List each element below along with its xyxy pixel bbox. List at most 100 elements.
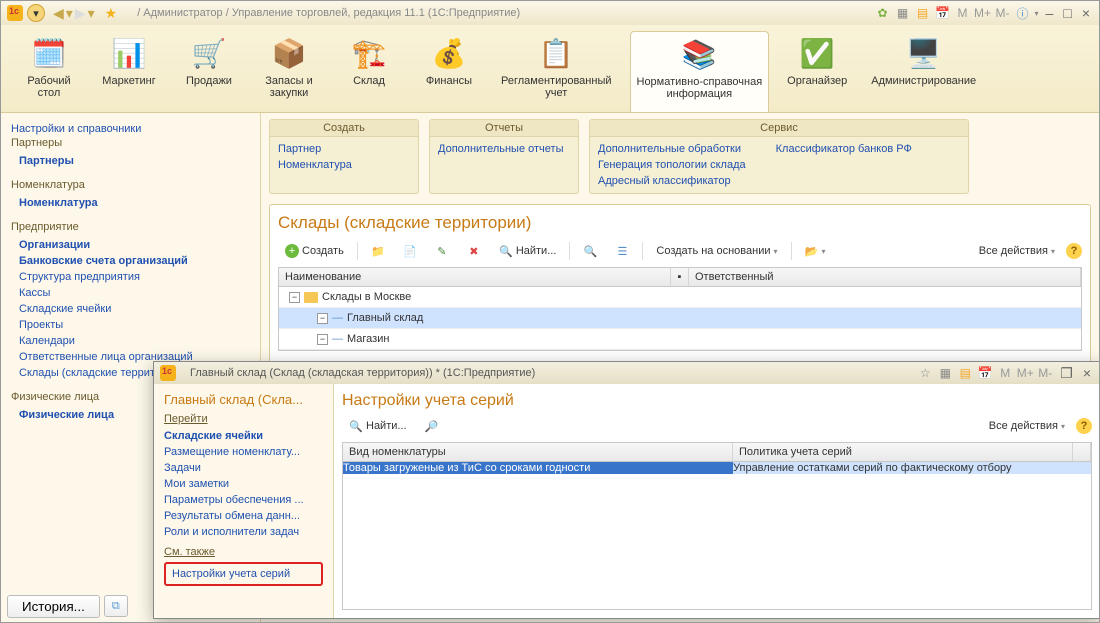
tree-expander[interactable]: − [317, 334, 328, 345]
section-tab-7[interactable]: 📚Нормативно-справочнаяинформация [630, 31, 770, 112]
leftnav-item-2-2[interactable]: Структура предприятия [11, 269, 250, 285]
windows-button[interactable]: ⧉ [104, 595, 128, 617]
leftnav-top-link[interactable]: Настройки и справочники [11, 121, 250, 137]
tb-calc-icon[interactable]: ▤ [915, 5, 931, 21]
nav-back-icon[interactable]: ◀ [53, 5, 64, 22]
all-actions-button[interactable]: Все действия▾ [972, 242, 1062, 260]
close-button[interactable]: × [1079, 5, 1093, 21]
child-nav-item-5[interactable]: Результаты обмена данн... [164, 508, 323, 524]
section-tab-1[interactable]: 📊Маркетинг [95, 31, 163, 112]
leftnav-item-2-4[interactable]: Складские ячейки [11, 301, 250, 317]
content-title: Склады (складские территории) [278, 213, 1082, 233]
section-tab-5[interactable]: 💰Финансы [415, 31, 483, 112]
edit-button[interactable]: ✎ [428, 241, 456, 261]
ch-calendar-icon[interactable]: 📅 [977, 365, 993, 381]
attach-button[interactable]: 📂▾ [798, 241, 833, 261]
grid-row[interactable]: −—Магазин [279, 329, 1081, 350]
child-clear-find-button[interactable]: 🔎 [418, 416, 446, 436]
copy-button[interactable]: 📄 [396, 241, 424, 261]
grid-row[interactable]: −—Главный склад [279, 308, 1081, 329]
tb-calendar-icon[interactable]: 📅 [935, 5, 951, 21]
leftnav-item-2-3[interactable]: Кассы [11, 285, 250, 301]
tb-info-menu[interactable]: ▾ [1035, 9, 1039, 18]
section-tab-8[interactable]: ✅Органайзер [781, 31, 853, 112]
tb-star-icon[interactable]: ✿ [875, 5, 891, 21]
leftnav-item-2-0[interactable]: Организации [11, 237, 250, 253]
minimize-button[interactable]: – [1043, 5, 1057, 21]
child-help-button[interactable]: ? [1076, 418, 1092, 434]
ch-calc-icon[interactable]: ▤ [957, 365, 973, 381]
favorites-icon[interactable]: ★ [105, 5, 118, 22]
folder-icon [304, 292, 318, 303]
child-nav-item-6[interactable]: Роли и исполнители задач [164, 524, 323, 540]
child-restore-button[interactable]: ❐ [1057, 365, 1076, 382]
leftnav-item-0-0[interactable]: Партнеры [11, 153, 250, 169]
child-all-actions-button[interactable]: Все действия▾ [982, 417, 1072, 435]
create-based-button[interactable]: Создать на основании▾ [649, 242, 784, 260]
tree-expander[interactable]: − [317, 313, 328, 324]
col-sort[interactable]: ▪ [671, 268, 689, 286]
child-close-button[interactable]: × [1080, 365, 1094, 381]
cmd-extra-reports[interactable]: Дополнительные отчеты [438, 141, 570, 157]
section-tab-3[interactable]: 📦Запасы изакупки [255, 31, 323, 112]
history-button[interactable]: История... [7, 595, 100, 618]
child-nav-highlight[interactable]: Настройки учета серий [164, 562, 323, 586]
child-nav-item-3[interactable]: Мои заметки [164, 476, 323, 492]
leftnav-item-2-6[interactable]: Календари [11, 333, 250, 349]
grid-row[interactable]: −Склады в Москве [279, 287, 1081, 308]
child-titlebar: Главный склад (Склад (складская территор… [154, 362, 1100, 384]
series-col-policy[interactable]: Политика учета серий [733, 443, 1073, 461]
delete-button[interactable]: ✖ [460, 241, 488, 261]
child-nav-item-4[interactable]: Параметры обеспечения ... [164, 492, 323, 508]
series-row[interactable]: Товары загруженые из ТиС со сроками годн… [343, 462, 1091, 474]
nav-back-menu[interactable]: ▾ [66, 5, 73, 22]
leftnav-item-2-5[interactable]: Проекты [11, 317, 250, 333]
help-button[interactable]: ? [1066, 243, 1082, 259]
cmd-create-partner[interactable]: Партнер [278, 141, 410, 157]
section-tab-0[interactable]: 🗓️Рабочийстол [15, 31, 83, 112]
leftnav-item-2-1[interactable]: Банковские счета организаций [11, 253, 250, 269]
section-tab-6[interactable]: 📋Регламентированныйучет [495, 31, 618, 112]
cmd-srv-1[interactable]: Генерация топологии склада [598, 157, 746, 173]
ch-m-button[interactable]: M [997, 365, 1013, 381]
clear-find-button[interactable]: 🔍 [576, 241, 604, 261]
create-folder-button[interactable]: 📁 [364, 241, 392, 261]
tb-info-icon[interactable]: ⓘ [1015, 5, 1031, 21]
ch-mminus-button[interactable]: M- [1037, 365, 1053, 381]
tb-m-button[interactable]: M [955, 5, 971, 21]
list-mode-button[interactable]: ☰ [608, 241, 636, 261]
section-tab-9[interactable]: 🖥️Администрирование [865, 31, 982, 112]
series-col-type[interactable]: Вид номенклатуры [343, 443, 733, 461]
tree-expander[interactable]: − [289, 292, 300, 303]
section-tab-4[interactable]: 🏗️Склад [335, 31, 403, 112]
section-label: Органайзер [787, 75, 847, 87]
cmd-srv-bank[interactable]: Классификатор банков РФ [776, 141, 912, 157]
create-button[interactable]: +Создать [278, 241, 351, 261]
tb-grid-icon[interactable]: ▦ [895, 5, 911, 21]
child-nav-series-settings[interactable]: Настройки учета серий [172, 568, 315, 580]
cmd-srv-0[interactable]: Дополнительные обработки [598, 141, 746, 157]
tb-mplus-button[interactable]: M+ [975, 5, 991, 21]
cmd-srv-2[interactable]: Адресный классификатор [598, 173, 746, 189]
child-nav-item-0[interactable]: Складские ячейки [164, 428, 323, 444]
maximize-button[interactable]: □ [1060, 5, 1074, 21]
leftnav-group-header: Предприятие [11, 221, 250, 233]
col-name[interactable]: Наименование [279, 268, 671, 286]
col-responsible[interactable]: Ответственный [689, 268, 1081, 286]
child-nav-item-1[interactable]: Размещение номенклату... [164, 444, 323, 460]
ch-grid-icon[interactable]: ▦ [937, 365, 953, 381]
nav-forward-icon[interactable]: ▶ [75, 5, 86, 22]
tb-mminus-button[interactable]: M- [995, 5, 1011, 21]
child-find-button[interactable]: 🔍Найти... [342, 416, 414, 436]
warehouses-grid[interactable]: Наименование ▪ Ответственный −Склады в М… [278, 267, 1082, 351]
app-menu-button[interactable]: ▾ [27, 4, 45, 22]
cmd-create-nomenclature[interactable]: Номенклатура [278, 157, 410, 173]
section-tab-2[interactable]: 🛒Продажи [175, 31, 243, 112]
ch-mplus-button[interactable]: M+ [1017, 365, 1033, 381]
leftnav-item-1-0[interactable]: Номенклатура [11, 195, 250, 211]
nav-forward-menu[interactable]: ▾ [88, 5, 95, 22]
series-grid[interactable]: Вид номенклатуры Политика учета серий То… [342, 442, 1092, 610]
child-nav-item-2[interactable]: Задачи [164, 460, 323, 476]
ch-star-icon[interactable]: ☆ [917, 365, 933, 381]
find-button[interactable]: 🔍Найти... [492, 241, 564, 261]
